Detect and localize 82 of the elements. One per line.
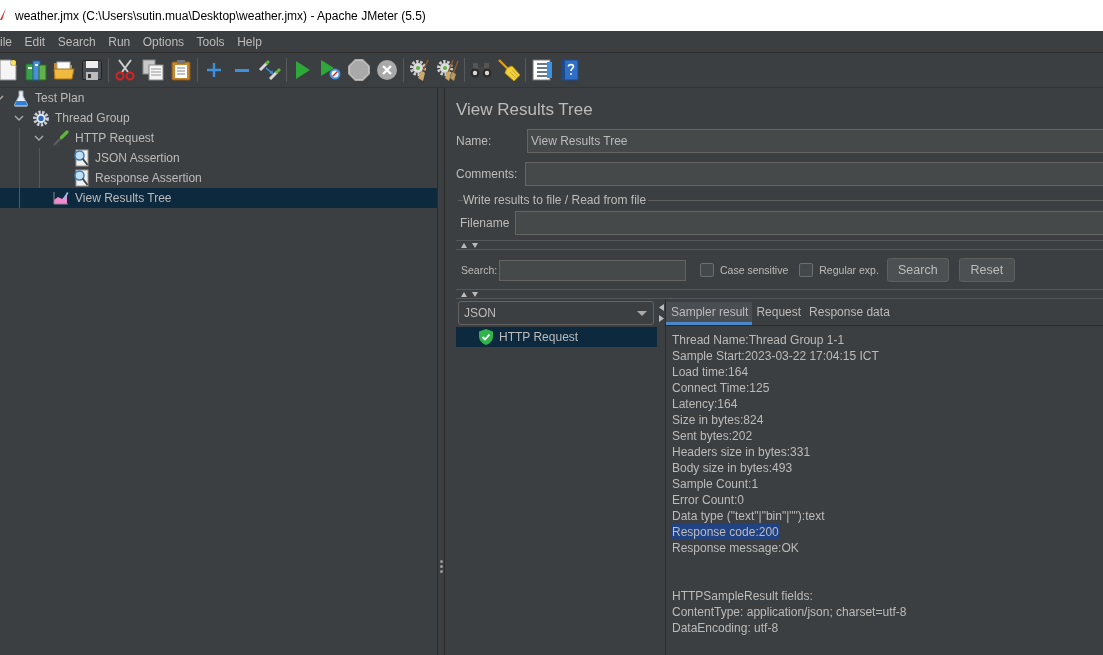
field-label: Name: [456, 134, 493, 148]
drag-handle-icon[interactable] [439, 560, 443, 573]
field-label: Search: [460, 264, 499, 276]
plus-icon[interactable] [207, 63, 221, 77]
tree-item[interactable]: HTTP Request [0, 128, 437, 148]
tab[interactable]: Request [752, 302, 806, 325]
checkbox-label: Regular exp. [819, 264, 879, 276]
play-icon[interactable] [296, 61, 310, 79]
search-button[interactable]: Search [886, 258, 949, 282]
gear-broom-icon[interactable] [409, 59, 431, 81]
gear-brooms-icon[interactable] [437, 59, 459, 81]
result-text-line: Latency:164 [672, 396, 738, 412]
chart-icon [53, 191, 69, 205]
panel-title: View Results Tree [456, 100, 594, 120]
flask-icon [14, 89, 28, 107]
result-text-line: Data type ("text"|"bin"|""):text [672, 508, 825, 524]
collapse-arrows-icon[interactable] [461, 291, 479, 297]
pipette-icon [53, 130, 69, 146]
field-label: Filename [459, 216, 511, 230]
play-badge-icon[interactable] [321, 60, 341, 80]
tab[interactable]: Sampler result [666, 302, 753, 325]
menu-item[interactable]: Run [108, 33, 131, 50]
name-field[interactable]: View Results Tree [527, 129, 1103, 153]
result-text-line: DataEncoding: utf-8 [672, 620, 779, 636]
help-book-icon[interactable] [561, 59, 579, 81]
reset-button[interactable]: Reset [958, 258, 1015, 282]
window-title: weather.jmx (C:\Users\sutin.mua\Desktop\weather.jmx) - Apache JMeter (5.5) [15, 8, 426, 23]
result-text-line: Connect Time:125 [672, 380, 770, 396]
menu-item[interactable]: Edit [24, 33, 46, 50]
gear-icon [33, 109, 49, 127]
tree-item[interactable]: View Results Tree [0, 188, 437, 208]
result-text-line: Thread Name:Thread Group 1-1 [672, 332, 845, 348]
books-icon[interactable] [25, 59, 47, 81]
split-arrows-icon[interactable] [658, 304, 664, 322]
open-folder-icon[interactable] [53, 60, 75, 80]
list-icon[interactable] [532, 59, 552, 81]
result-text-line: Response message:OK [672, 540, 799, 556]
filename-field[interactable] [515, 211, 1103, 235]
result-item[interactable]: HTTP Request [456, 327, 657, 347]
checkbox-label: Case sensitive [720, 264, 789, 276]
tree-item[interactable]: Test Plan [0, 88, 437, 108]
binoculars-icon[interactable] [470, 62, 492, 78]
result-text-line: Load time:164 [672, 364, 749, 380]
result-text-line: Error Count:0 [672, 492, 745, 508]
menu-item[interactable]: ile [0, 33, 12, 50]
comments-field[interactable] [525, 162, 1103, 186]
checkbox[interactable] [799, 263, 814, 277]
minus-icon[interactable] [235, 68, 249, 72]
tree-item[interactable]: JSON Assertion [0, 148, 437, 168]
result-text-line: Sample Count:1 [672, 476, 759, 492]
chevron-down-icon[interactable] [14, 115, 24, 121]
section-title: Write results to file / Read from file [463, 193, 648, 207]
renderer-dropdown[interactable]: JSON [458, 301, 654, 325]
menu-item[interactable]: Options [142, 33, 185, 50]
search-field[interactable] [499, 259, 686, 281]
scissors-icon[interactable] [115, 59, 135, 81]
chevron-down-icon[interactable] [34, 135, 44, 141]
magnifier-page-icon [73, 169, 89, 187]
result-text-line: Body size in bytes:493 [672, 460, 793, 476]
result-text-line: ContentType: application/json; charset=utf-8 [672, 604, 907, 620]
broom-icon[interactable] [498, 59, 520, 81]
field-label: Comments: [456, 167, 519, 181]
tree-item[interactable]: Thread Group [0, 108, 437, 128]
result-text-line: HTTPSampleResult fields: [672, 588, 813, 604]
caret-icon [637, 310, 647, 316]
result-text-line: Size in bytes:824 [672, 412, 764, 428]
result-text-line: Sample Start:2023-03-22 17:04:15 ICT [672, 348, 879, 364]
magnifier-page-icon [73, 149, 89, 167]
menu-item[interactable]: Tools [196, 33, 225, 50]
copy-icon[interactable] [142, 59, 164, 81]
result-text-line: Headers size in bytes:331 [672, 444, 811, 460]
new-file-icon[interactable] [0, 59, 17, 81]
tab[interactable]: Response data [805, 302, 894, 325]
save-icon[interactable] [82, 60, 102, 80]
menu-item[interactable]: Search [57, 33, 96, 50]
checkbox[interactable] [700, 263, 714, 277]
clipboard-icon[interactable] [171, 59, 191, 81]
tree-item[interactable]: Response Assertion [0, 168, 437, 188]
menu-item[interactable]: Help [237, 33, 262, 50]
result-text-line: Sent bytes:202 [672, 428, 753, 444]
wands-arrow-icon[interactable] [259, 60, 281, 80]
collapse-arrows-icon[interactable] [461, 242, 479, 248]
